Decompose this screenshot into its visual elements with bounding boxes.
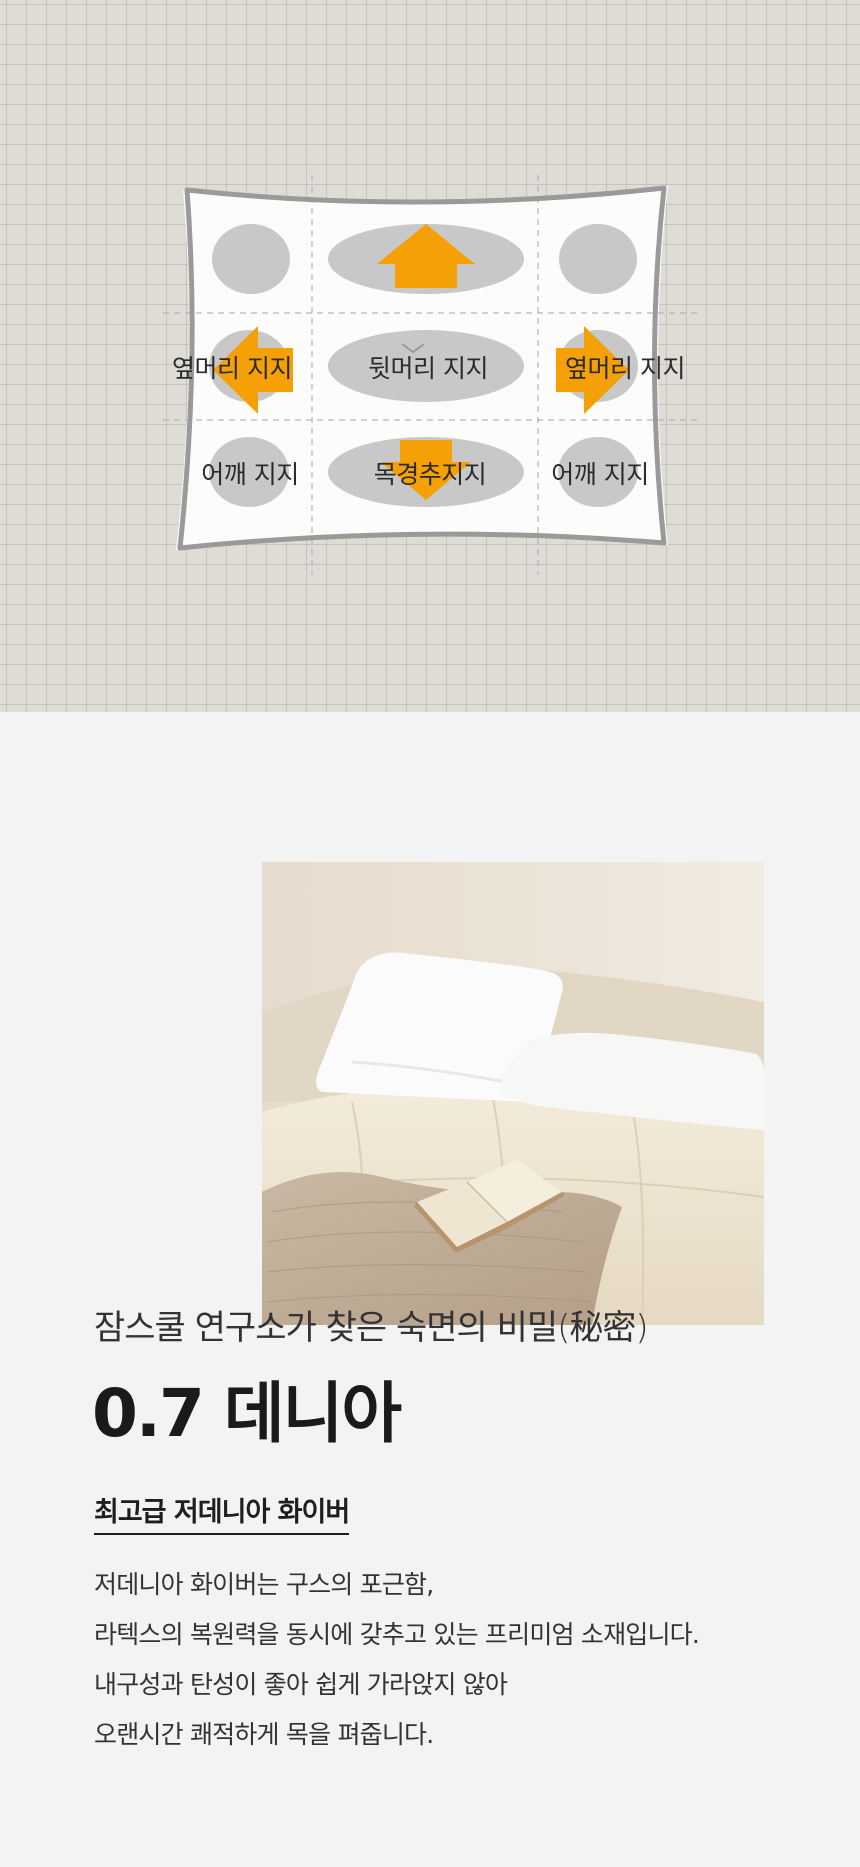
zone-top-right: [559, 224, 637, 294]
label-neck-support: 목경추지지: [373, 460, 487, 489]
label-back-head: 뒷머리 지지: [368, 354, 488, 383]
bed-pillow-illustration: [262, 862, 764, 1325]
section-label: 최고급 저데니아 화이버: [94, 1490, 350, 1535]
description-line: 저데니아 화이버는 구스의 포근함,: [94, 1570, 434, 1599]
subtitle: 잠스쿨 연구소가 찾은 숙면의 비밀(秘密): [94, 1308, 649, 1348]
bed-pillow-photo: [262, 862, 764, 1325]
page-title: 0.7 데니아: [92, 1375, 402, 1452]
label-side-head-left: 옆머리 지지: [172, 354, 292, 383]
description-line: 오랜시간 쾌적하게 목을 펴줍니다.: [94, 1720, 434, 1749]
description-line: 라텍스의 복원력을 동시에 갖추고 있는 프리미엄 소재입니다.: [94, 1620, 700, 1649]
label-side-head-right: 옆머리 지지: [565, 354, 685, 383]
zone-top-left: [212, 224, 290, 294]
label-shoulder-right: 어깨 지지: [551, 460, 649, 489]
pillow-support-diagram: 옆머리 지지 뒷머리 지지 옆머리 지지 어깨 지지 목경추지지 어깨 지지: [0, 0, 860, 712]
description-text: 저데니아 화이버는 구스의 포근함, 라텍스의 복원력을 동시에 갖추고 있는 …: [94, 1560, 700, 1760]
description-line: 내구성과 탄성이 좋아 쉽게 가라앉지 않아: [94, 1670, 508, 1699]
label-shoulder-left: 어깨 지지: [201, 460, 299, 489]
